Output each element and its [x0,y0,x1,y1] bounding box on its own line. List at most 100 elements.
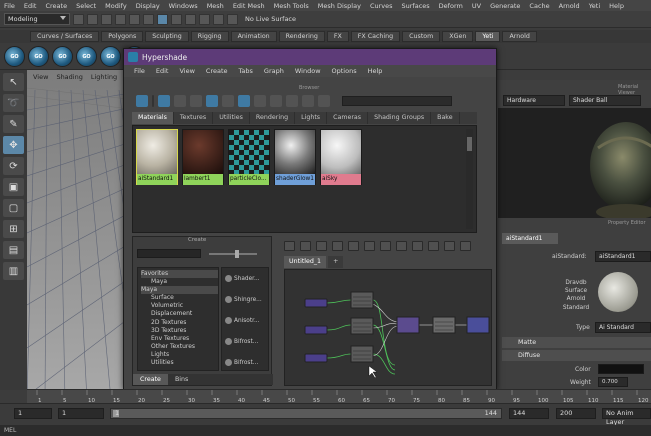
hypershade-menu-tabs[interactable]: Tabs [239,67,253,75]
create-tree-item[interactable]: 3D Textures [141,327,218,335]
renderer-dropdown[interactable]: Hardware [503,95,565,106]
material-swatch[interactable]: aiStandard1 [136,129,178,185]
node-name-field[interactable]: aiStandard1 [595,251,651,262]
snap-view-icon[interactable] [213,13,224,25]
create-tree-item[interactable]: Favorites [141,270,218,279]
matte-section-header[interactable]: Matte [502,337,651,348]
hypershade-menu-options[interactable]: Options [332,67,357,75]
browser-tab-materials[interactable]: Materials [132,112,174,124]
create-tree-item[interactable]: Utilities [141,359,218,367]
anim-layer-dropdown[interactable]: No Anim Layer [602,408,651,426]
type-dropdown[interactable]: Ai Standard [595,322,651,333]
diffuse-section-header[interactable]: Diffuse [502,350,651,361]
create-node-item[interactable]: Shader... [222,268,268,289]
select-object-icon[interactable] [143,13,154,25]
main-menu-mesh-display[interactable]: Mesh Display [318,2,361,10]
start-frame-field[interactable]: 1 [14,408,52,419]
clear-graph-icon[interactable] [332,241,343,251]
material-swatch[interactable]: lambert1 [182,129,224,185]
create-node-item[interactable]: Shingre... [222,289,268,310]
end-frame-field[interactable]: 200 [556,408,596,419]
snap-grid-icon[interactable] [171,13,182,25]
browser-tab-shading-groups[interactable]: Shading Groups [368,112,432,124]
large-swatch-icon[interactable] [286,95,298,107]
shelf-tab-fx-caching[interactable]: FX Caching [350,31,401,42]
make-live-icon[interactable] [227,13,238,25]
viewport[interactable] [27,70,137,400]
icons-view-icon[interactable] [222,95,234,107]
shelf-tab-custom[interactable]: Custom [402,31,441,42]
mode-dropdown[interactable]: Modeling [4,13,70,25]
viewport-menu-shading[interactable]: Shading [56,73,82,84]
small-swatch-icon[interactable] [254,95,266,107]
snap-point-icon[interactable] [199,13,210,25]
create-tree-item[interactable]: Other Textures [141,343,218,351]
outliner-layout-icon[interactable]: ▤ [3,241,24,259]
browser-tab-textures[interactable]: Textures [174,112,214,124]
shelf-tab-arnold[interactable]: Arnold [502,31,537,42]
main-menu-create[interactable]: Create [45,2,67,10]
browser-tab-lights[interactable]: Lights [295,112,328,124]
create-node-item[interactable]: Bifrost... [222,331,268,352]
arnold-render-icon[interactable]: GO [4,45,25,67]
main-menu-cache[interactable]: Cache [529,2,549,10]
simple-mode-icon[interactable] [428,241,439,251]
medium-swatch-icon[interactable] [270,95,282,107]
shelf-tab-sculpting[interactable]: Sculpting [145,31,189,42]
create-tree-item[interactable]: Maya [141,286,218,295]
hypershade-menu-create[interactable]: Create [206,67,228,75]
swatch-scrollbar[interactable] [466,129,473,229]
browser-tab-utilities[interactable]: Utilities [213,112,250,124]
move-tool-icon[interactable]: ✥ [3,136,24,154]
node-graph[interactable] [284,269,492,386]
paint-select-icon[interactable]: ✎ [3,115,24,133]
create-tree-item[interactable]: Env Textures [141,335,218,343]
viewport-menu-view[interactable]: View [33,73,48,84]
main-menu-arnold[interactable]: Arnold [559,2,580,10]
range-slider[interactable]: 1 144 [110,408,502,419]
select-tool-icon[interactable]: ↖ [3,73,24,91]
time-slider[interactable]: 1 5 10 15 20 25 30 35 40 45 50 55 60 65 70 75 80 85 90 95 10… [27,389,651,404]
scale-tool-icon[interactable]: ▣ [3,178,24,196]
create-tab-bins[interactable]: Bins [168,374,195,385]
create-tree-item[interactable]: Maya [141,278,218,286]
add-tab-button[interactable]: + [328,256,344,268]
main-menu-help[interactable]: Help [609,2,624,10]
graph-downstream-icon[interactable] [190,95,202,107]
arnold-sky-icon[interactable]: GO [76,45,97,67]
create-tree-item[interactable]: Lights [141,351,218,359]
browser-tab-rendering[interactable]: Rendering [250,112,296,124]
main-menu-uv[interactable]: UV [472,2,481,10]
main-menu-edit[interactable]: Edit [24,2,37,10]
undo-icon[interactable] [101,13,112,25]
main-menu-mesh-tools[interactable]: Mesh Tools [274,2,309,10]
shelf-tab-polygons[interactable]: Polygons [101,31,144,42]
toggle-view-icon[interactable] [158,95,170,107]
main-menu-yeti[interactable]: Yeti [589,2,600,10]
browser-search-field[interactable] [342,96,452,106]
material-swatch[interactable]: aiSky [320,129,362,185]
output-connections-icon[interactable] [300,241,311,251]
graph-upstream-icon[interactable] [174,95,186,107]
shelf-tab-yeti[interactable]: Yeti [475,31,501,42]
hypershade-menu-view[interactable]: View [179,67,194,75]
connected-mode-icon[interactable] [444,241,455,251]
arnold-shader-icon[interactable]: GO [28,45,49,67]
remove-selected-icon[interactable] [348,241,359,251]
frame-selected-icon[interactable] [396,241,407,251]
color-swatch[interactable] [598,364,644,374]
playback-end-field[interactable]: 144 [509,408,549,419]
playback-start-field[interactable]: 1 [58,408,104,419]
create-tree-item[interactable]: Displacement [141,310,218,318]
main-menu-surfaces[interactable]: Surfaces [402,2,430,10]
main-menu-modify[interactable]: Modify [105,2,127,10]
main-menu-deform[interactable]: Deform [439,2,463,10]
hypershade-menu-edit[interactable]: Edit [156,67,169,75]
main-menu-select[interactable]: Select [76,2,96,10]
shelf-tab-animation[interactable]: Animation [230,31,277,42]
rearrange-graph-icon[interactable] [364,241,375,251]
create-tree-item[interactable]: Volumetric [141,302,218,310]
snap-curve-icon[interactable] [185,13,196,25]
shelf-tab-fx[interactable]: FX [326,31,349,42]
lasso-tool-icon[interactable]: ➰ [3,94,24,112]
